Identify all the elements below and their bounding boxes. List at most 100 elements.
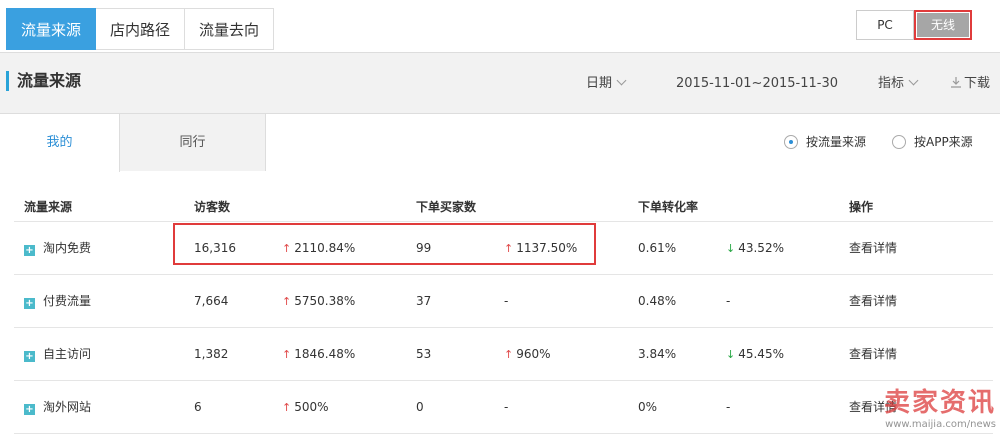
date-label: 日期: [586, 76, 613, 91]
buyers-change-cell-text: -: [504, 294, 509, 308]
top-tabs: 流量来源 店内路径 流量去向: [6, 8, 275, 50]
buyers-change-cell-text: -: [504, 400, 509, 414]
visitors-change-cell-text: 500%: [294, 400, 329, 414]
table-row: + 自主访问 1,382 ↑ 1846.48% 53 ↑ 960% 3.84% ↓ 45.45% 查看…: [14, 328, 993, 381]
sub-tabs-filler: 按流量来源 按APP来源: [266, 114, 1000, 171]
buyers-change-cell: ↑ 960%: [504, 346, 551, 363]
conversion-cell: 0%: [638, 399, 657, 415]
page-title: 流量来源: [6, 71, 81, 91]
view-details-link-text[interactable]: 查看详情: [849, 241, 897, 255]
radio-by-app-source[interactable]: 按APP来源: [892, 134, 973, 150]
buyers-change-cell-text: 960%: [516, 347, 551, 361]
tab-traffic-source[interactable]: 流量来源: [6, 8, 97, 50]
conversion-cell: 0.48%: [638, 293, 676, 309]
view-details-link-text[interactable]: 查看详情: [849, 347, 897, 361]
visitors-cell-text: 6: [194, 400, 202, 414]
section-header: 流量来源 日期 2015-11-01~2015-11-30 指标 下载: [0, 52, 1000, 114]
conversion-cell-text: 0%: [638, 400, 658, 414]
conversion-change-cell-text: -: [726, 400, 731, 414]
device-switch: PC 无线: [856, 10, 972, 40]
conversion-change-cell-text: 43.52%: [738, 241, 784, 255]
date-range: 2015-11-01~2015-11-30: [676, 76, 838, 91]
buyers-cell: 0: [416, 399, 424, 415]
source-cell: + 淘内免费: [24, 240, 91, 256]
buyers-cell: 53: [416, 346, 431, 362]
arrow-up-icon: ↑: [282, 348, 292, 361]
chevron-down-icon: [616, 75, 627, 86]
expand-icon[interactable]: +: [24, 298, 35, 309]
visitors-cell-text: 1,382: [194, 347, 229, 361]
download-icon: [951, 77, 961, 88]
visitors-cell: 6: [194, 399, 202, 415]
visitors-change-cell-text: 1846.48%: [294, 347, 356, 361]
conversion-cell: 0.61%: [638, 240, 676, 256]
visitors-change-cell: ↑ 1846.48%: [282, 346, 355, 363]
buyers-cell-text: 53: [416, 347, 432, 361]
buyers-cell-text: 37: [416, 294, 432, 308]
tab-traffic-destination[interactable]: 流量去向: [185, 8, 275, 50]
conversion-change-cell: ↓ 45.45%: [726, 346, 784, 363]
col-action: 操作: [849, 200, 874, 214]
source-cell-text: 自主访问: [43, 347, 92, 361]
conversion-cell: 3.84%: [638, 346, 676, 362]
expand-icon[interactable]: +: [24, 245, 35, 256]
view-details-link[interactable]: 查看详情: [849, 240, 897, 256]
radio-selected-icon: [784, 135, 798, 149]
visitors-change-cell-text: 5750.38%: [294, 294, 356, 308]
pc-button[interactable]: PC: [856, 10, 914, 40]
watermark-url: www.maijia.com/news: [885, 419, 996, 430]
view-details-link[interactable]: 查看详情: [849, 346, 897, 362]
buyers-change-cell: -: [504, 399, 508, 415]
source-cell: + 自主访问: [24, 346, 91, 362]
buyers-cell: 37: [416, 293, 431, 309]
radio-label: 按APP来源: [914, 135, 973, 149]
conversion-change-cell: -: [726, 399, 730, 415]
source-cell-text: 付费流量: [43, 294, 92, 308]
conversion-change-cell: -: [726, 293, 730, 309]
radio-by-traffic-source[interactable]: 按流量来源: [784, 134, 866, 150]
date-dropdown[interactable]: 日期: [586, 75, 627, 93]
wireless-button[interactable]: 无线: [914, 10, 972, 40]
conversion-change-cell-text: -: [726, 294, 731, 308]
source-cell-text: 淘内免费: [43, 241, 92, 255]
radio-label: 按流量来源: [806, 135, 867, 149]
visitors-cell: 7,664: [194, 293, 228, 309]
arrow-down-icon: ↓: [726, 242, 736, 255]
buyers-cell-text: 0: [416, 400, 424, 414]
col-buyers: 下单买家数: [416, 200, 477, 214]
conversion-change-cell-text: 45.45%: [738, 347, 784, 361]
arrow-up-icon: ↑: [504, 348, 514, 361]
source-cell-text: 淘外网站: [43, 400, 92, 414]
download-button[interactable]: 下载: [950, 75, 990, 93]
visitors-change-cell: ↑ 500%: [282, 399, 329, 416]
buyers-change-cell: -: [504, 293, 508, 309]
view-details-link[interactable]: 查看详情: [849, 293, 897, 309]
table-header: 流量来源 访客数 下单买家数 下单转化率 操作: [14, 188, 993, 222]
tab-mine[interactable]: 我的: [0, 114, 120, 172]
radio-unselected-icon: [892, 135, 906, 149]
highlight-box: [173, 223, 596, 265]
col-source: 流量来源: [24, 200, 73, 214]
visitors-cell: 1,382: [194, 346, 228, 362]
expand-icon[interactable]: +: [24, 351, 35, 362]
conversion-cell-text: 0.61%: [638, 241, 677, 255]
watermark-text: 卖家资讯: [883, 388, 996, 418]
visitors-change-cell: ↑ 5750.38%: [282, 293, 355, 310]
arrow-up-icon: ↑: [282, 295, 292, 308]
col-conversion: 下单转化率: [638, 200, 699, 214]
source-cell: + 付费流量: [24, 293, 91, 309]
chevron-down-icon: [908, 75, 919, 86]
tab-store-path[interactable]: 店内路径: [96, 8, 186, 50]
tab-peer[interactable]: 同行: [120, 114, 266, 171]
watermark: 卖家资讯 www.maijia.com/news: [884, 382, 996, 430]
conversion-change-cell: ↓ 43.52%: [726, 240, 784, 257]
conversion-cell-text: 0.48%: [638, 294, 677, 308]
conversion-cell-text: 3.84%: [638, 347, 677, 361]
view-details-link-text[interactable]: 查看详情: [849, 294, 897, 308]
arrow-up-icon: ↑: [282, 401, 292, 414]
metric-dropdown[interactable]: 指标: [878, 75, 919, 93]
arrow-down-icon: ↓: [726, 348, 736, 361]
expand-icon[interactable]: +: [24, 404, 35, 415]
source-cell: + 淘外网站: [24, 399, 91, 415]
sub-tabs: 同行 按流量来源 按APP来源 我的: [0, 114, 1000, 172]
